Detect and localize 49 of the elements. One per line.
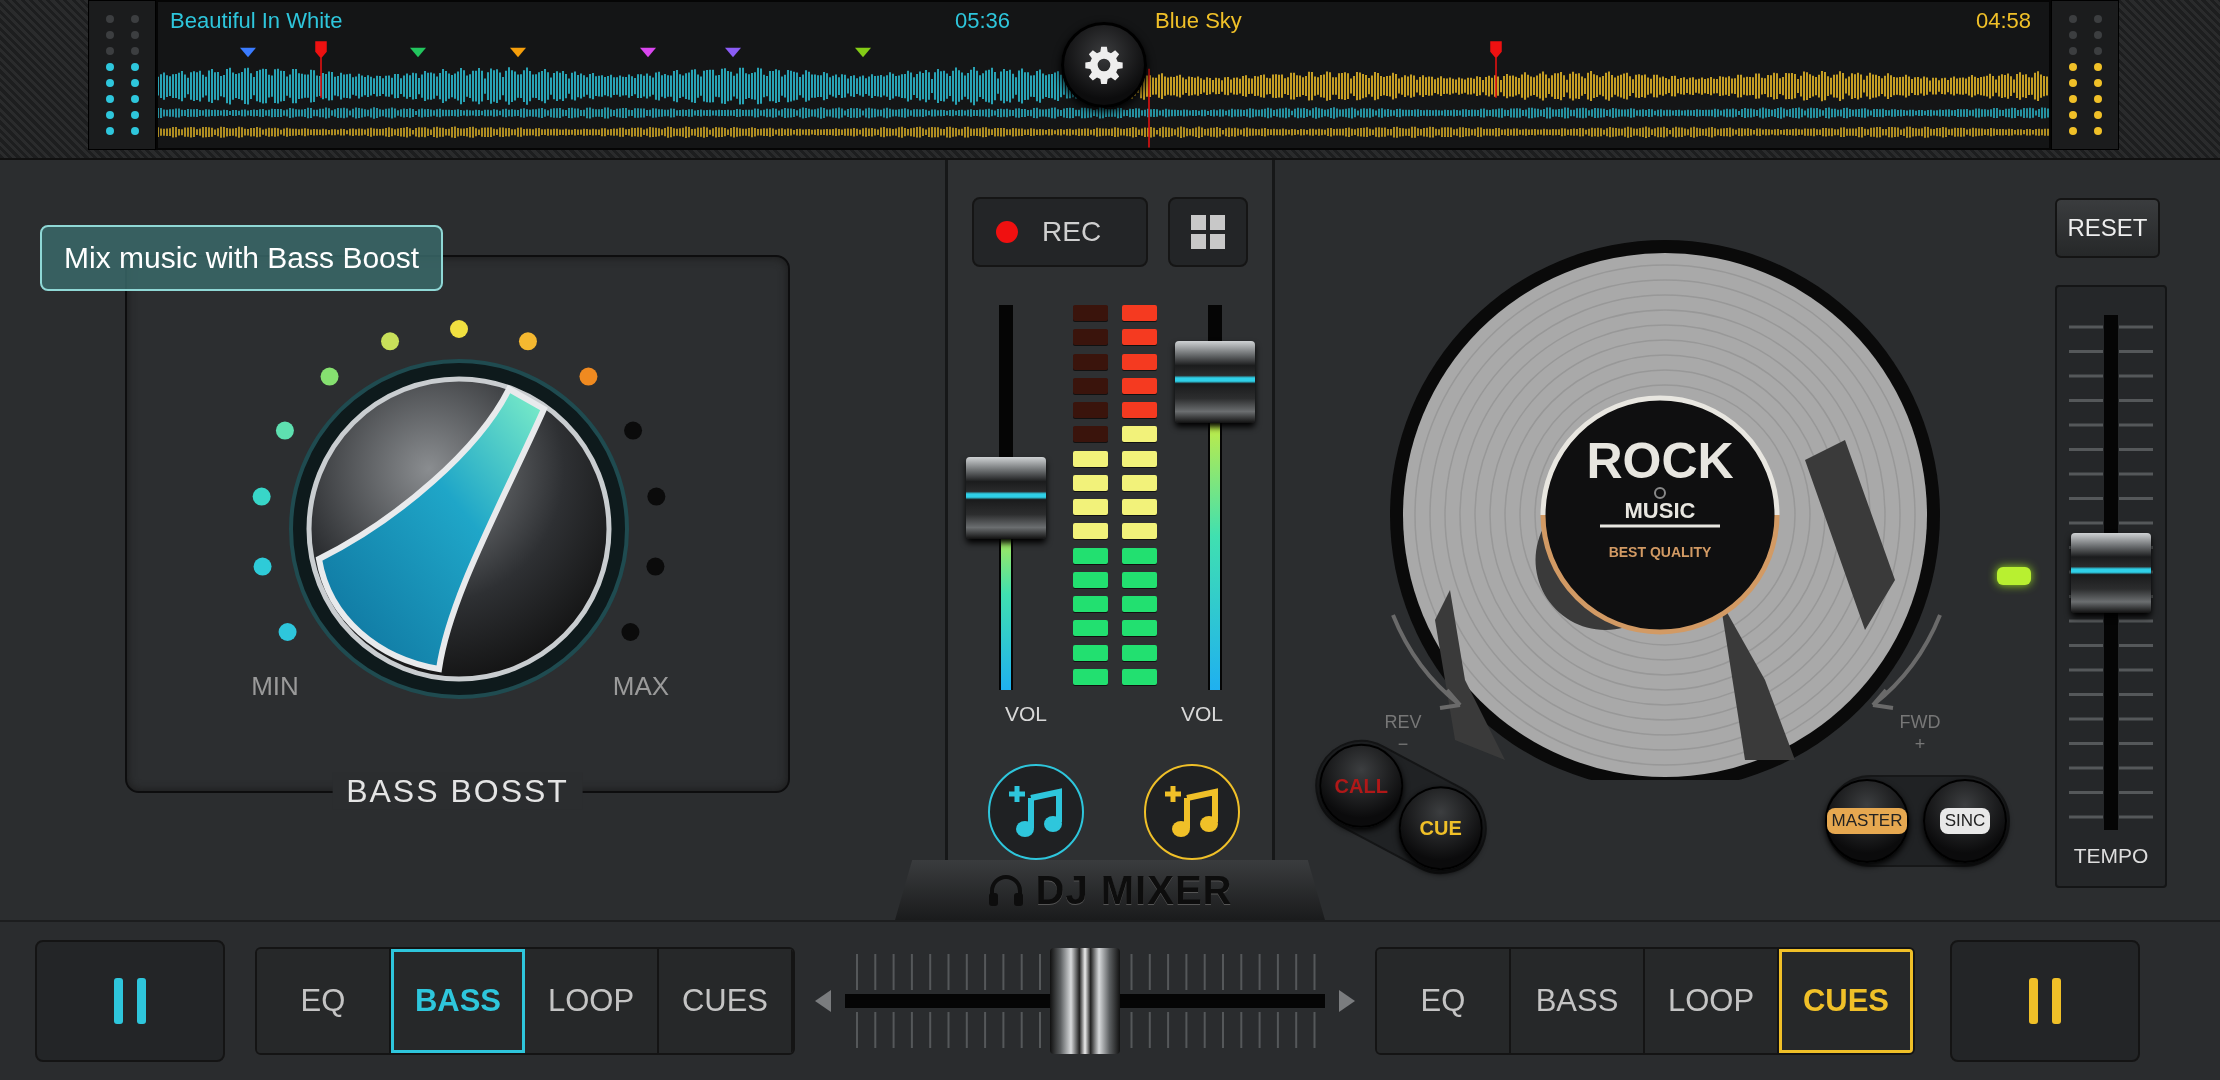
add-music-icon — [1007, 784, 1065, 840]
tempo-label: TEMPO — [2073, 844, 2149, 868]
track-time: 05:36 — [954, 8, 1010, 35]
slider-thumb[interactable] — [2071, 532, 2151, 613]
cue-button[interactable]: CUE — [1398, 786, 1483, 871]
pause-button[interactable] — [35, 940, 225, 1062]
settings-button[interactable] — [1060, 22, 1147, 108]
track-time: 04:58 — [1975, 8, 2031, 35]
volume-label: VOL — [1004, 702, 1048, 726]
deck-tab[interactable]: CUES — [1779, 949, 1913, 1053]
gear-icon — [1083, 45, 1124, 85]
crossfader-thumb[interactable] — [1050, 948, 1120, 1054]
volume-slider[interactable] — [966, 305, 1046, 690]
left-arrow-icon — [815, 990, 831, 1012]
right-arrow-icon — [1339, 990, 1355, 1012]
deck-tab[interactable]: BASS — [1511, 949, 1645, 1053]
record-label-subtitle: MUSIC — [1624, 498, 1696, 523]
tooltip: Mix music with Bass Boost — [40, 225, 444, 291]
grid-button[interactable] — [1168, 197, 1248, 267]
record-button[interactable]: REC — [972, 197, 1148, 267]
deck-tab[interactable]: BASS — [391, 949, 525, 1053]
indicator-light — [1997, 567, 2031, 585]
sync-button[interactable]: SINC — [1923, 779, 2007, 863]
track-title: Blue Sky — [1155, 8, 1242, 35]
master-button[interactable]: MASTER — [1825, 779, 1909, 863]
record-label-tagline: BEST QUALITY — [1608, 544, 1712, 560]
min-label: MIN — [251, 671, 299, 701]
volume-label: VOL — [1180, 702, 1224, 726]
reverse-label: REV — [1384, 712, 1422, 732]
record-icon — [996, 221, 1018, 243]
volume-slider[interactable] — [1175, 305, 1255, 690]
slider-thumb[interactable] — [1175, 341, 1255, 423]
crossfader[interactable] — [845, 946, 1325, 1056]
forward-sign: + — [1914, 734, 1926, 754]
reset-button[interactable]: RESET — [2055, 198, 2160, 258]
deck-tab[interactable]: EQ — [257, 949, 391, 1053]
pause-button[interactable] — [1950, 940, 2140, 1062]
max-label: MAX — [612, 671, 670, 701]
deck-tab[interactable]: CUES — [659, 949, 793, 1053]
deck-tab[interactable]: LOOP — [525, 949, 659, 1053]
add-music-icon — [1163, 784, 1221, 840]
headphones-icon — [987, 873, 1024, 907]
deck-tab[interactable]: EQ — [1377, 949, 1511, 1053]
forward-label: FWD — [1899, 712, 1941, 732]
slider-thumb[interactable] — [966, 456, 1046, 539]
grid-icon — [1191, 215, 1225, 249]
record-label-title: ROCK — [1586, 433, 1734, 489]
deck-tab[interactable]: LOOP — [1645, 949, 1779, 1053]
track-title: Beautiful In White — [170, 8, 343, 35]
